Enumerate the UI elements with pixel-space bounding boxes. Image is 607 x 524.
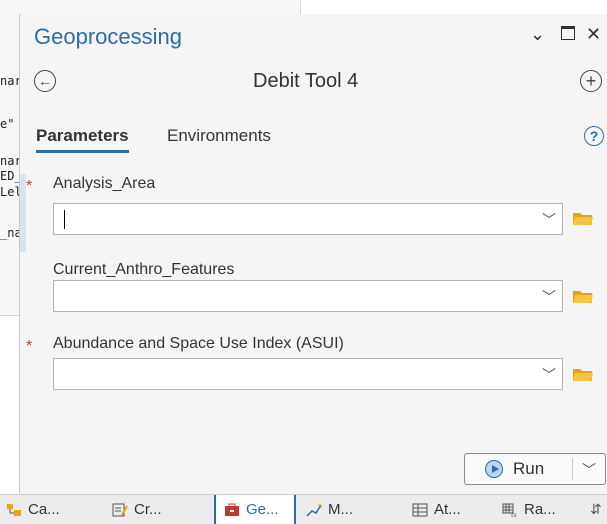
param-label-asui: Abundance and Space Use Index (ASUI): [53, 335, 344, 352]
raster-function-icon: fx: [502, 503, 518, 519]
maximize-icon[interactable]: [561, 26, 575, 40]
play-icon: [485, 460, 503, 478]
tab-environments[interactable]: Environments: [167, 126, 271, 146]
tab-raster-functions[interactable]: fx Ra...: [502, 495, 586, 524]
analysis-area-input[interactable]: ﹀: [53, 203, 563, 235]
tab-label: Ca...: [28, 501, 60, 518]
folder-browse-icon[interactable]: [572, 210, 594, 226]
tool-name: Debit Tool 4: [253, 70, 359, 92]
run-label: Run: [513, 459, 545, 478]
param-label-analysis-area: Analysis_Area: [53, 175, 156, 192]
folder-browse-icon[interactable]: [572, 366, 594, 382]
tab-attributes[interactable]: At...: [412, 495, 496, 524]
add-icon[interactable]: +: [580, 70, 602, 92]
asui-input[interactable]: ﹀: [53, 358, 563, 390]
tab-create-features[interactable]: Cr...: [112, 495, 206, 524]
tab-parameters[interactable]: Parameters: [36, 126, 129, 153]
current-anthro-features-input[interactable]: ﹀: [53, 280, 563, 312]
tab-label: At...: [434, 501, 461, 518]
geoprocessing-icon: [224, 503, 240, 517]
tab-overflow-icon[interactable]: ⇵: [590, 495, 606, 524]
folder-browse-icon[interactable]: [572, 288, 594, 304]
bottom-tab-strip: Ca... Cr... Ge... M... At... fx Ra... ⇵: [0, 494, 607, 524]
code-line: e": [0, 117, 15, 131]
tab-label: M...: [328, 501, 353, 518]
chevron-down-icon[interactable]: ⌄: [530, 24, 545, 45]
chevron-down-icon[interactable]: ﹀: [542, 287, 556, 307]
required-marker: *: [26, 178, 33, 195]
tab-geoprocessing[interactable]: Ge...: [214, 495, 296, 524]
text-cursor: [64, 210, 65, 229]
catalog-icon: [6, 503, 22, 517]
tab-catalog[interactable]: Ca...: [6, 495, 104, 524]
tab-label: Cr...: [134, 501, 162, 518]
create-features-icon: [112, 503, 128, 517]
chevron-down-icon[interactable]: ﹀: [582, 460, 596, 480]
tab-modify-features[interactable]: M...: [306, 495, 396, 524]
chevron-down-icon[interactable]: ﹀: [542, 210, 556, 230]
run-button[interactable]: Run ﹀: [464, 453, 606, 485]
tab-label: Ra...: [524, 501, 556, 518]
divider: [572, 458, 573, 480]
help-icon[interactable]: ?: [584, 126, 604, 146]
geoprocessing-pane: Geoprocessing ⌄ ✕ ← Debit Tool 4 + Param…: [19, 14, 607, 494]
param-label-current-anthro-features: Current_Anthro_Features: [53, 261, 235, 278]
attributes-icon: [412, 503, 428, 517]
svg-text:fx: fx: [511, 511, 517, 517]
back-arrow-icon[interactable]: ←: [34, 70, 56, 92]
tab-label: Ge...: [246, 501, 279, 518]
modify-features-icon: [306, 503, 322, 517]
chevron-down-icon[interactable]: ﹀: [542, 365, 556, 385]
required-marker: *: [26, 338, 33, 355]
close-icon[interactable]: ✕: [586, 24, 601, 45]
pane-title: Geoprocessing: [34, 24, 182, 49]
